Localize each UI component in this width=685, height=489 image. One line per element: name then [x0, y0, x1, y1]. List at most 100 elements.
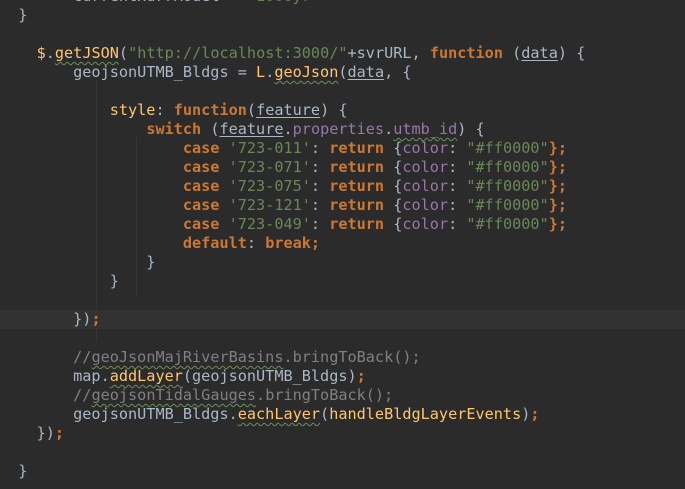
code-token: ) {	[457, 120, 485, 138]
code-token: '723-011'	[228, 139, 311, 157]
code-token: (	[246, 101, 257, 119]
code-token: , {	[384, 63, 412, 81]
code-token: geojsonUTMB_Bldgs =	[0, 63, 257, 81]
code-token: "http://localhost:3000/"	[128, 44, 348, 62]
code-line[interactable]: geojsonUTMB_Bldgs.eachLayer(handleBldgLa…	[0, 405, 685, 424]
code-token: .bringToBack();	[283, 348, 421, 366]
code-token: color	[402, 215, 449, 233]
code-line[interactable]: case '723-075': return {color: "#ff0000"…	[0, 177, 685, 196]
code-token: :	[448, 139, 467, 157]
code-token: (	[338, 63, 348, 81]
code-line[interactable]: }	[0, 6, 685, 25]
code-token: geoJsonMajRiverBasins	[91, 348, 284, 366]
code-token: };	[548, 158, 567, 176]
code-token: (	[118, 44, 129, 62]
code-token: "#ff0000"	[466, 215, 549, 233]
code-line[interactable]	[0, 25, 685, 44]
code-token: :	[448, 215, 467, 233]
code-token: }	[0, 6, 28, 24]
code-line[interactable]: //geojsonTidalGauges.bringToBack();	[0, 386, 685, 405]
code-line[interactable]	[0, 329, 685, 348]
code-token: ;	[530, 405, 540, 423]
code-token: (geojsonUTMB_Bldgs)	[182, 367, 357, 385]
code-token: //	[73, 348, 92, 366]
code-line[interactable]: geojsonUTMB_Bldgs = L.geoJson(data, {	[0, 63, 685, 82]
code-line[interactable]	[0, 443, 685, 462]
code-token: {	[384, 158, 403, 176]
code-line[interactable]	[0, 291, 685, 310]
code-line[interactable]: //geoJsonMajRiverBasins.bringToBack();	[0, 348, 685, 367]
code-token: return	[329, 196, 385, 214]
code-editor[interactable]: currentHurrModel = '1000yr' } $.getJSON(…	[0, 0, 685, 489]
code-line[interactable]: case '723-011': return {color: "#ff0000"…	[0, 139, 685, 158]
code-token: :	[448, 196, 467, 214]
code-token: {	[384, 177, 403, 195]
code-line[interactable]: }	[0, 272, 685, 291]
code-token: {	[384, 139, 403, 157]
code-line[interactable]: case '723-071': return {color: "#ff0000"…	[0, 158, 685, 177]
code-token: case	[182, 196, 220, 214]
code-token: ;	[91, 310, 101, 328]
code-token: return	[329, 158, 385, 176]
code-token: :	[448, 177, 467, 195]
code-token: "#ff0000"	[466, 158, 549, 176]
code-token: "#ff0000"	[466, 139, 549, 157]
code-token: '723-071'	[228, 158, 311, 176]
code-line[interactable]: case '723-049': return {color: "#ff0000"…	[0, 215, 685, 234]
code-line[interactable]: }	[0, 253, 685, 272]
code-token: case	[182, 139, 220, 157]
code-token: .	[265, 63, 275, 81]
code-token: })	[0, 424, 55, 442]
code-token: :	[310, 139, 330, 157]
code-token: "#ff0000"	[466, 177, 549, 195]
code-token: (	[320, 405, 330, 423]
code-token: L	[256, 63, 266, 81]
code-token: function	[429, 44, 503, 62]
code-token: case	[182, 177, 220, 195]
code-token: ) {	[320, 101, 348, 119]
code-token: :	[310, 158, 330, 176]
code-token: switch	[146, 120, 202, 138]
code-token: map.	[0, 367, 110, 385]
code-token: return	[329, 139, 385, 157]
code-token: case	[182, 215, 220, 233]
code-token: }	[0, 272, 119, 290]
code-token: :	[155, 101, 174, 119]
code-token: .	[283, 120, 293, 138]
code-token: '723-049'	[228, 215, 311, 233]
code-line[interactable]: });	[0, 424, 685, 443]
code-token: {	[384, 215, 403, 233]
code-line[interactable]	[0, 82, 685, 101]
code-token: color	[402, 139, 449, 157]
code-token: :	[246, 234, 266, 252]
code-line[interactable]: case '723-121': return {color: "#ff0000"…	[0, 196, 685, 215]
code-token: getJSON	[54, 44, 119, 62]
code-line[interactable]: });	[0, 310, 685, 329]
code-token: properties	[292, 120, 385, 138]
code-token: (	[502, 44, 522, 62]
code-token: handleBldgLayerEvents	[329, 405, 522, 423]
code-line[interactable]: default: break;	[0, 234, 685, 253]
code-line[interactable]: map.addLayer(geojsonUTMB_Bldgs);	[0, 367, 685, 386]
code-line[interactable]: }	[0, 462, 685, 481]
code-token: }	[0, 462, 28, 480]
code-line[interactable]: style: function(feature) {	[0, 101, 685, 120]
code-line[interactable]: $.getJSON("http://localhost:3000/"+svrUR…	[0, 44, 685, 63]
code-token: eachLayer	[237, 405, 321, 423]
code-token: utmb_id	[393, 120, 458, 138]
code-token: };	[548, 177, 567, 195]
code-line[interactable]: switch (feature.properties.utmb_id) {	[0, 120, 685, 139]
code-token: currentHurrModel =	[0, 0, 247, 5]
code-token: '1000yr'	[247, 0, 320, 5]
code-token: ;	[54, 424, 65, 442]
